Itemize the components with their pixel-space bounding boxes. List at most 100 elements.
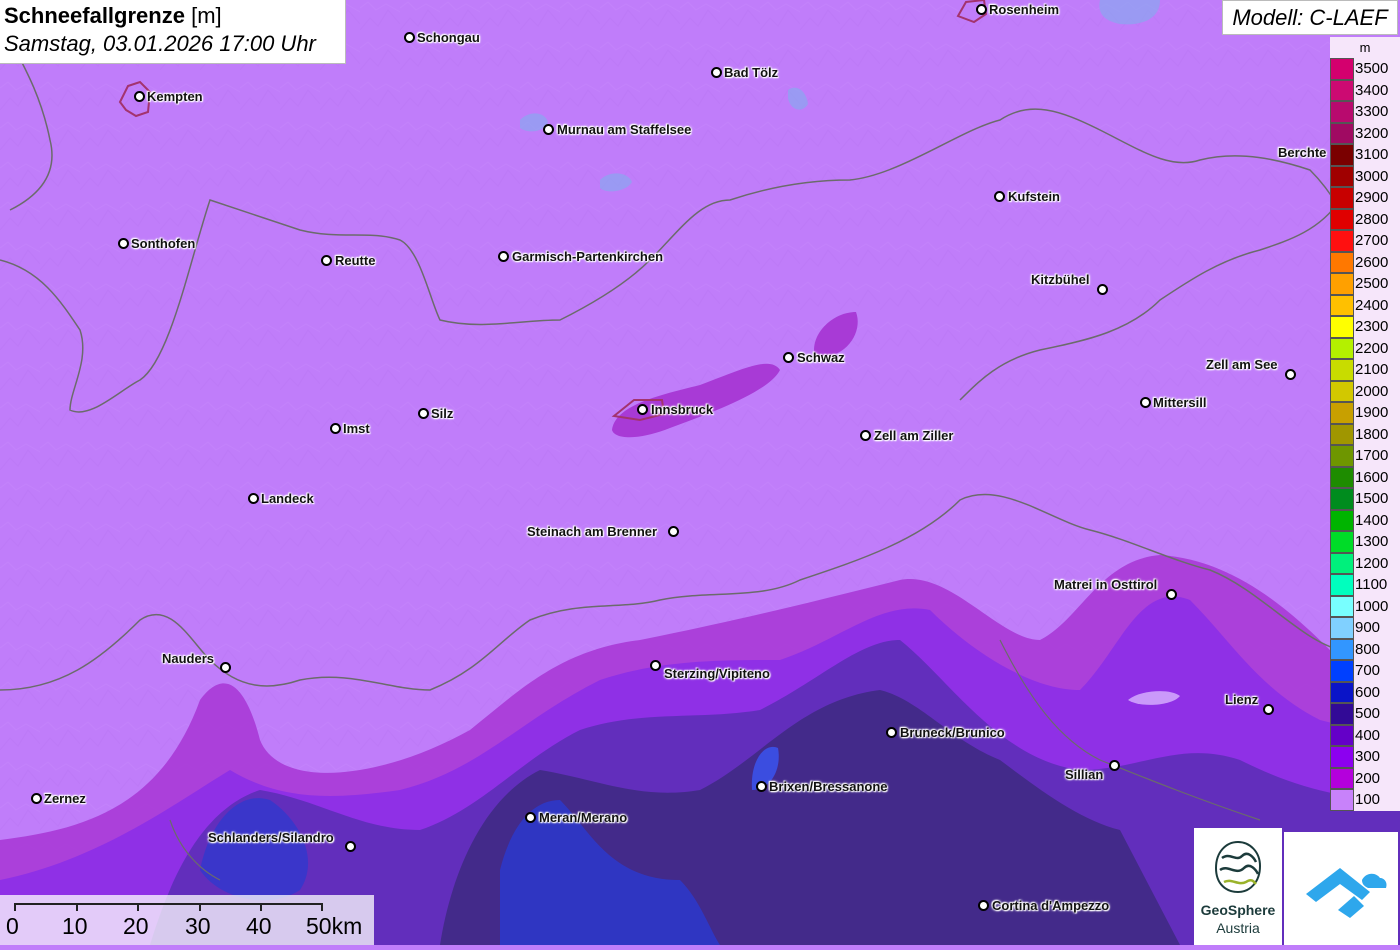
city-marker[interactable] (321, 255, 332, 266)
city-label[interactable]: Sterzing/Vipiteno (664, 666, 770, 682)
city-label[interactable]: Rosenheim (989, 2, 1059, 18)
city-marker[interactable] (994, 191, 1005, 202)
city-marker[interactable] (1109, 760, 1120, 771)
city-marker[interactable] (756, 781, 767, 792)
city-label[interactable]: Steinach am Brenner (527, 524, 657, 540)
city-label[interactable]: Cortina d'Ampezzo (992, 898, 1109, 914)
city-label[interactable]: Berchte (1278, 145, 1326, 161)
city-marker[interactable] (637, 404, 648, 415)
city-label[interactable]: Lienz (1225, 692, 1258, 708)
city-label[interactable]: Bruneck/Brunico (900, 725, 1005, 741)
city-label[interactable]: Sonthofen (131, 236, 195, 252)
city-marker[interactable] (711, 67, 722, 78)
city-label[interactable]: Kitzbühel (1031, 272, 1090, 288)
legend-swatch (1330, 144, 1354, 166)
legend-swatch (1330, 316, 1354, 338)
city-marker[interactable] (886, 727, 897, 738)
city-marker[interactable] (330, 423, 341, 434)
city-label[interactable]: Mittersill (1153, 395, 1206, 411)
scale-tick (76, 903, 78, 911)
city-marker[interactable] (220, 662, 231, 673)
city-label[interactable]: Nauders (162, 651, 214, 667)
city-marker[interactable] (976, 4, 987, 15)
legend-swatch (1330, 273, 1354, 295)
city-marker[interactable] (404, 32, 415, 43)
city-label[interactable]: Murnau am Staffelsee (557, 122, 691, 138)
city-marker[interactable] (650, 660, 661, 671)
scale-line (14, 903, 322, 905)
city-marker[interactable] (418, 408, 429, 419)
city-label[interactable]: Innsbruck (651, 402, 713, 418)
city-label[interactable]: Reutte (335, 253, 375, 269)
legend-entry: 3300 (1330, 101, 1400, 123)
city-label[interactable]: Schongau (417, 30, 480, 46)
city-marker[interactable] (543, 124, 554, 135)
legend-label: 1400 (1355, 511, 1389, 529)
city-label[interactable]: Bad Tölz (724, 65, 778, 81)
city-label[interactable]: Meran/Merano (539, 810, 627, 826)
city-label[interactable]: Zell am Ziller (874, 428, 953, 444)
legend-swatch (1330, 359, 1354, 381)
city-marker[interactable] (1166, 589, 1177, 600)
city-label[interactable]: Brixen/Bressanone (769, 779, 888, 795)
forecast-datetime: Samstag, 03.01.2026 17:00 Uhr (4, 31, 316, 56)
city-marker[interactable] (1285, 369, 1296, 380)
legend-label: 3300 (1355, 103, 1389, 120)
legend-swatch (1330, 58, 1354, 80)
scale-label: 50km (306, 913, 363, 939)
city-label[interactable]: Landeck (261, 491, 314, 507)
legend-swatch (1330, 423, 1354, 445)
map-title: Schneefallgrenze [m] (4, 2, 345, 30)
legend-swatch (1330, 187, 1354, 209)
legend-entry: 500 (1330, 703, 1400, 725)
city-marker[interactable] (248, 493, 259, 504)
legend-label: 2300 (1355, 318, 1389, 335)
weather-app-logo[interactable] (1284, 832, 1398, 945)
legend-entry: 3100 (1330, 144, 1400, 166)
city-label[interactable]: Silz (431, 406, 453, 422)
city-marker[interactable] (1097, 284, 1108, 295)
city-marker[interactable] (345, 841, 356, 852)
city-marker[interactable] (860, 430, 871, 441)
snowline-map[interactable] (0, 0, 1400, 945)
city-marker[interactable] (978, 900, 989, 911)
legend-entry: 1300 (1330, 531, 1400, 553)
legend-label: 500 (1355, 705, 1381, 722)
city-marker[interactable] (118, 238, 129, 249)
city-marker[interactable] (31, 793, 42, 804)
scale-tick (260, 903, 262, 911)
legend-swatch (1330, 208, 1354, 230)
legend-swatch (1330, 617, 1354, 639)
city-marker[interactable] (783, 352, 794, 363)
legend-label: 700 (1355, 662, 1381, 679)
legend-swatch (1330, 101, 1354, 123)
city-label[interactable]: Kempten (147, 89, 203, 105)
legend-entry: 1500 (1330, 488, 1400, 510)
city-label[interactable]: Schlanders/Silandro (208, 830, 334, 846)
city-label[interactable]: Garmisch-Partenkirchen (512, 249, 663, 265)
legend-label: 2000 (1355, 382, 1389, 400)
legend-entry: 1000 (1330, 595, 1400, 617)
legend-entry: 1100 (1330, 574, 1400, 596)
legend-entry: 900 (1330, 617, 1400, 639)
city-marker[interactable] (1140, 397, 1151, 408)
city-label[interactable]: Zernez (44, 791, 86, 807)
legend-label: 600 (1355, 683, 1381, 701)
legend-label: 2600 (1355, 253, 1389, 271)
city-label[interactable]: Zell am See (1206, 357, 1278, 373)
city-marker[interactable] (134, 91, 145, 102)
city-label[interactable]: Kufstein (1008, 189, 1060, 205)
geosphere-logo[interactable]: GeoSphere Austria (1194, 828, 1282, 945)
legend-label: 800 (1355, 640, 1381, 658)
city-marker[interactable] (525, 812, 536, 823)
city-label[interactable]: Sillian (1065, 767, 1103, 783)
city-marker[interactable] (498, 251, 509, 262)
legend-entry: 200 (1330, 767, 1400, 789)
cloud-arrow-icon (1306, 868, 1387, 918)
city-label[interactable]: Schwaz (797, 350, 845, 366)
city-marker[interactable] (1263, 704, 1274, 715)
city-marker[interactable] (668, 526, 679, 537)
legend-swatch (1330, 595, 1354, 617)
city-label[interactable]: Imst (343, 421, 370, 437)
city-label[interactable]: Matrei in Osttirol (1054, 577, 1157, 593)
